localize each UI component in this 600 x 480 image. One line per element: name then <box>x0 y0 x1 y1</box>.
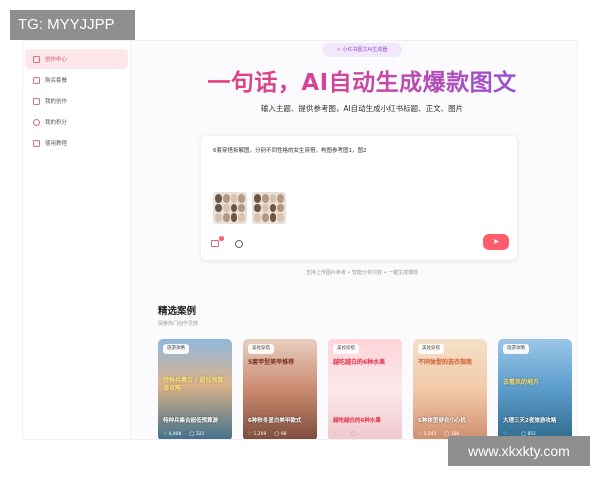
card-tag: 美妆穿搭 <box>418 344 444 354</box>
product-badge: ✧ 小红书图文AI生成器 <box>322 43 402 57</box>
sidebar-item-create[interactable]: 创作中心 <box>25 49 128 69</box>
card-likes: 1,269 <box>253 432 267 437</box>
send-icon: ➤ <box>492 237 500 246</box>
watermark-top: TG: MYYJJPP <box>10 10 135 40</box>
sidebar-item-my-works[interactable]: 我的创作 <box>25 91 128 111</box>
document-icon <box>33 97 40 105</box>
card-headline: 越吃越白的6种水果 <box>333 359 386 366</box>
card-caption: 6种体型穿衣小心机 <box>418 418 466 424</box>
card-tag: 旅游攻略 <box>503 344 529 354</box>
card-headline: 去看风的地方 <box>503 379 540 386</box>
sidebar-item-label: 购买套餐 <box>45 78 68 84</box>
card-caption: 大理三天2夜旅游攻略 <box>503 418 557 424</box>
showcase-card[interactable]: 旅游攻略 去看风的地方 大理三天2夜旅游攻略 ♡ … ◯ 851 <box>498 339 572 439</box>
steps-hint: 支持上传图片参考 • 智能分析内容 • 一键生成爆款 <box>305 270 419 276</box>
card-headline: 不同体型的选衣指南 <box>418 359 473 366</box>
card-stats: ♡ 1,269 ◯ 98 <box>248 432 287 437</box>
package-icon <box>33 76 40 84</box>
sidebar-item-tutorial[interactable]: 使用教程 <box>25 133 128 153</box>
page: TG: MYYJJPP www.xkxkty.com 创作中心 购买套餐 我的创… <box>0 0 600 480</box>
reference-image-2[interactable] <box>252 192 286 224</box>
card-likes: … <box>338 432 343 437</box>
card-stats: ♡ … ◯ … <box>333 432 362 437</box>
main-content: ✧ 小红书图文AI生成器 一句话，AI自动生成爆款图文 输入主题、提供参考图，A… <box>132 41 577 439</box>
sidebar-item-points[interactable]: 我的积分 <box>25 112 128 132</box>
sidebar-item-label: 我的积分 <box>45 120 68 126</box>
card-stats: ♡ 4,908 ◯ 321 <box>163 432 205 437</box>
prompt-input[interactable]: 6套穿搭拆解图，分别不同性格的女生穿搭，构图参考图1，图2 <box>213 146 367 154</box>
card-comments: … <box>357 432 362 437</box>
page-title: 一句话，AI自动生成爆款图文 <box>192 63 532 97</box>
showcase-card[interactable]: 美妆穿搭 越吃越白的6种水果 越吃越白的6种水果 ♡ … ◯ … <box>328 339 402 439</box>
page-subtitle: 输入主题、提供参考图，AI自动生成小红书标题、正文、图片 <box>260 104 464 113</box>
card-tag: 美妆穿搭 <box>248 344 274 354</box>
showcase-subtitle: 探索热门创作灵感 <box>158 321 199 327</box>
card-comments: 98 <box>280 432 287 437</box>
showcase-card[interactable]: 美妆穿搭 5套甲型美甲推荐 6种秋冬显白美甲款式 ♡ 1,269 ◯ 98 <box>243 339 317 439</box>
card-caption: 特种兵集合超低预算游 <box>163 418 219 424</box>
book-icon <box>33 139 40 147</box>
showcase-title: 精选案例 <box>158 306 197 317</box>
watermark-bottom: www.xkxkty.com <box>448 436 590 466</box>
sidebar: 创作中心 购买套餐 我的创作 我的积分 使用教程 <box>23 41 131 439</box>
app-window: 创作中心 购买套餐 我的创作 我的积分 使用教程 ✧ 小红书图文AI生成器 一句… <box>22 40 578 440</box>
showcase-card[interactable]: 美妆穿搭 不同体型的选衣指南 6种体型穿衣小心机 ♡ 2,241 ◯ 186 <box>413 339 487 439</box>
card-likes: 4,908 <box>168 432 182 437</box>
history-icon[interactable] <box>235 240 243 248</box>
card-caption: 6种秋冬显白美甲款式 <box>248 418 302 424</box>
reference-image-1[interactable] <box>213 192 247 224</box>
attachment-count-badge: 2 <box>219 236 224 241</box>
sidebar-item-label: 使用教程 <box>45 141 68 147</box>
card-tag: 旅游攻略 <box>163 344 189 354</box>
pen-icon <box>33 55 40 63</box>
showcase-card[interactable]: 旅游攻略 特种兵集合 / 超低预算游攻略 特种兵集合超低预算游 ♡ 4,908 ◯… <box>158 339 232 439</box>
sidebar-item-purchase[interactable]: 购买套餐 <box>25 70 128 90</box>
card-caption: 越吃越白的6种水果 <box>333 418 381 424</box>
send-button[interactable]: ➤ <box>483 234 509 250</box>
card-likes: 2,241 <box>423 432 437 437</box>
prompt-card: 6套穿搭拆解图，分别不同性格的女生穿搭，构图参考图1，图2 2 ➤ <box>200 135 518 261</box>
card-headline: 特种兵集合 / 超低预算游攻略 <box>163 377 224 392</box>
showcase-cards: 旅游攻略 特种兵集合 / 超低预算游攻略 特种兵集合超低预算游 ♡ 4,908 ◯… <box>158 339 577 439</box>
clock-icon <box>33 118 40 126</box>
card-comments: 321 <box>195 432 205 437</box>
image-upload-icon[interactable] <box>211 240 219 247</box>
card-tag: 美妆穿搭 <box>333 344 359 354</box>
sidebar-item-label: 我的创作 <box>45 99 68 105</box>
sidebar-item-label: 创作中心 <box>45 57 68 63</box>
card-headline: 5套甲型美甲推荐 <box>248 359 295 366</box>
